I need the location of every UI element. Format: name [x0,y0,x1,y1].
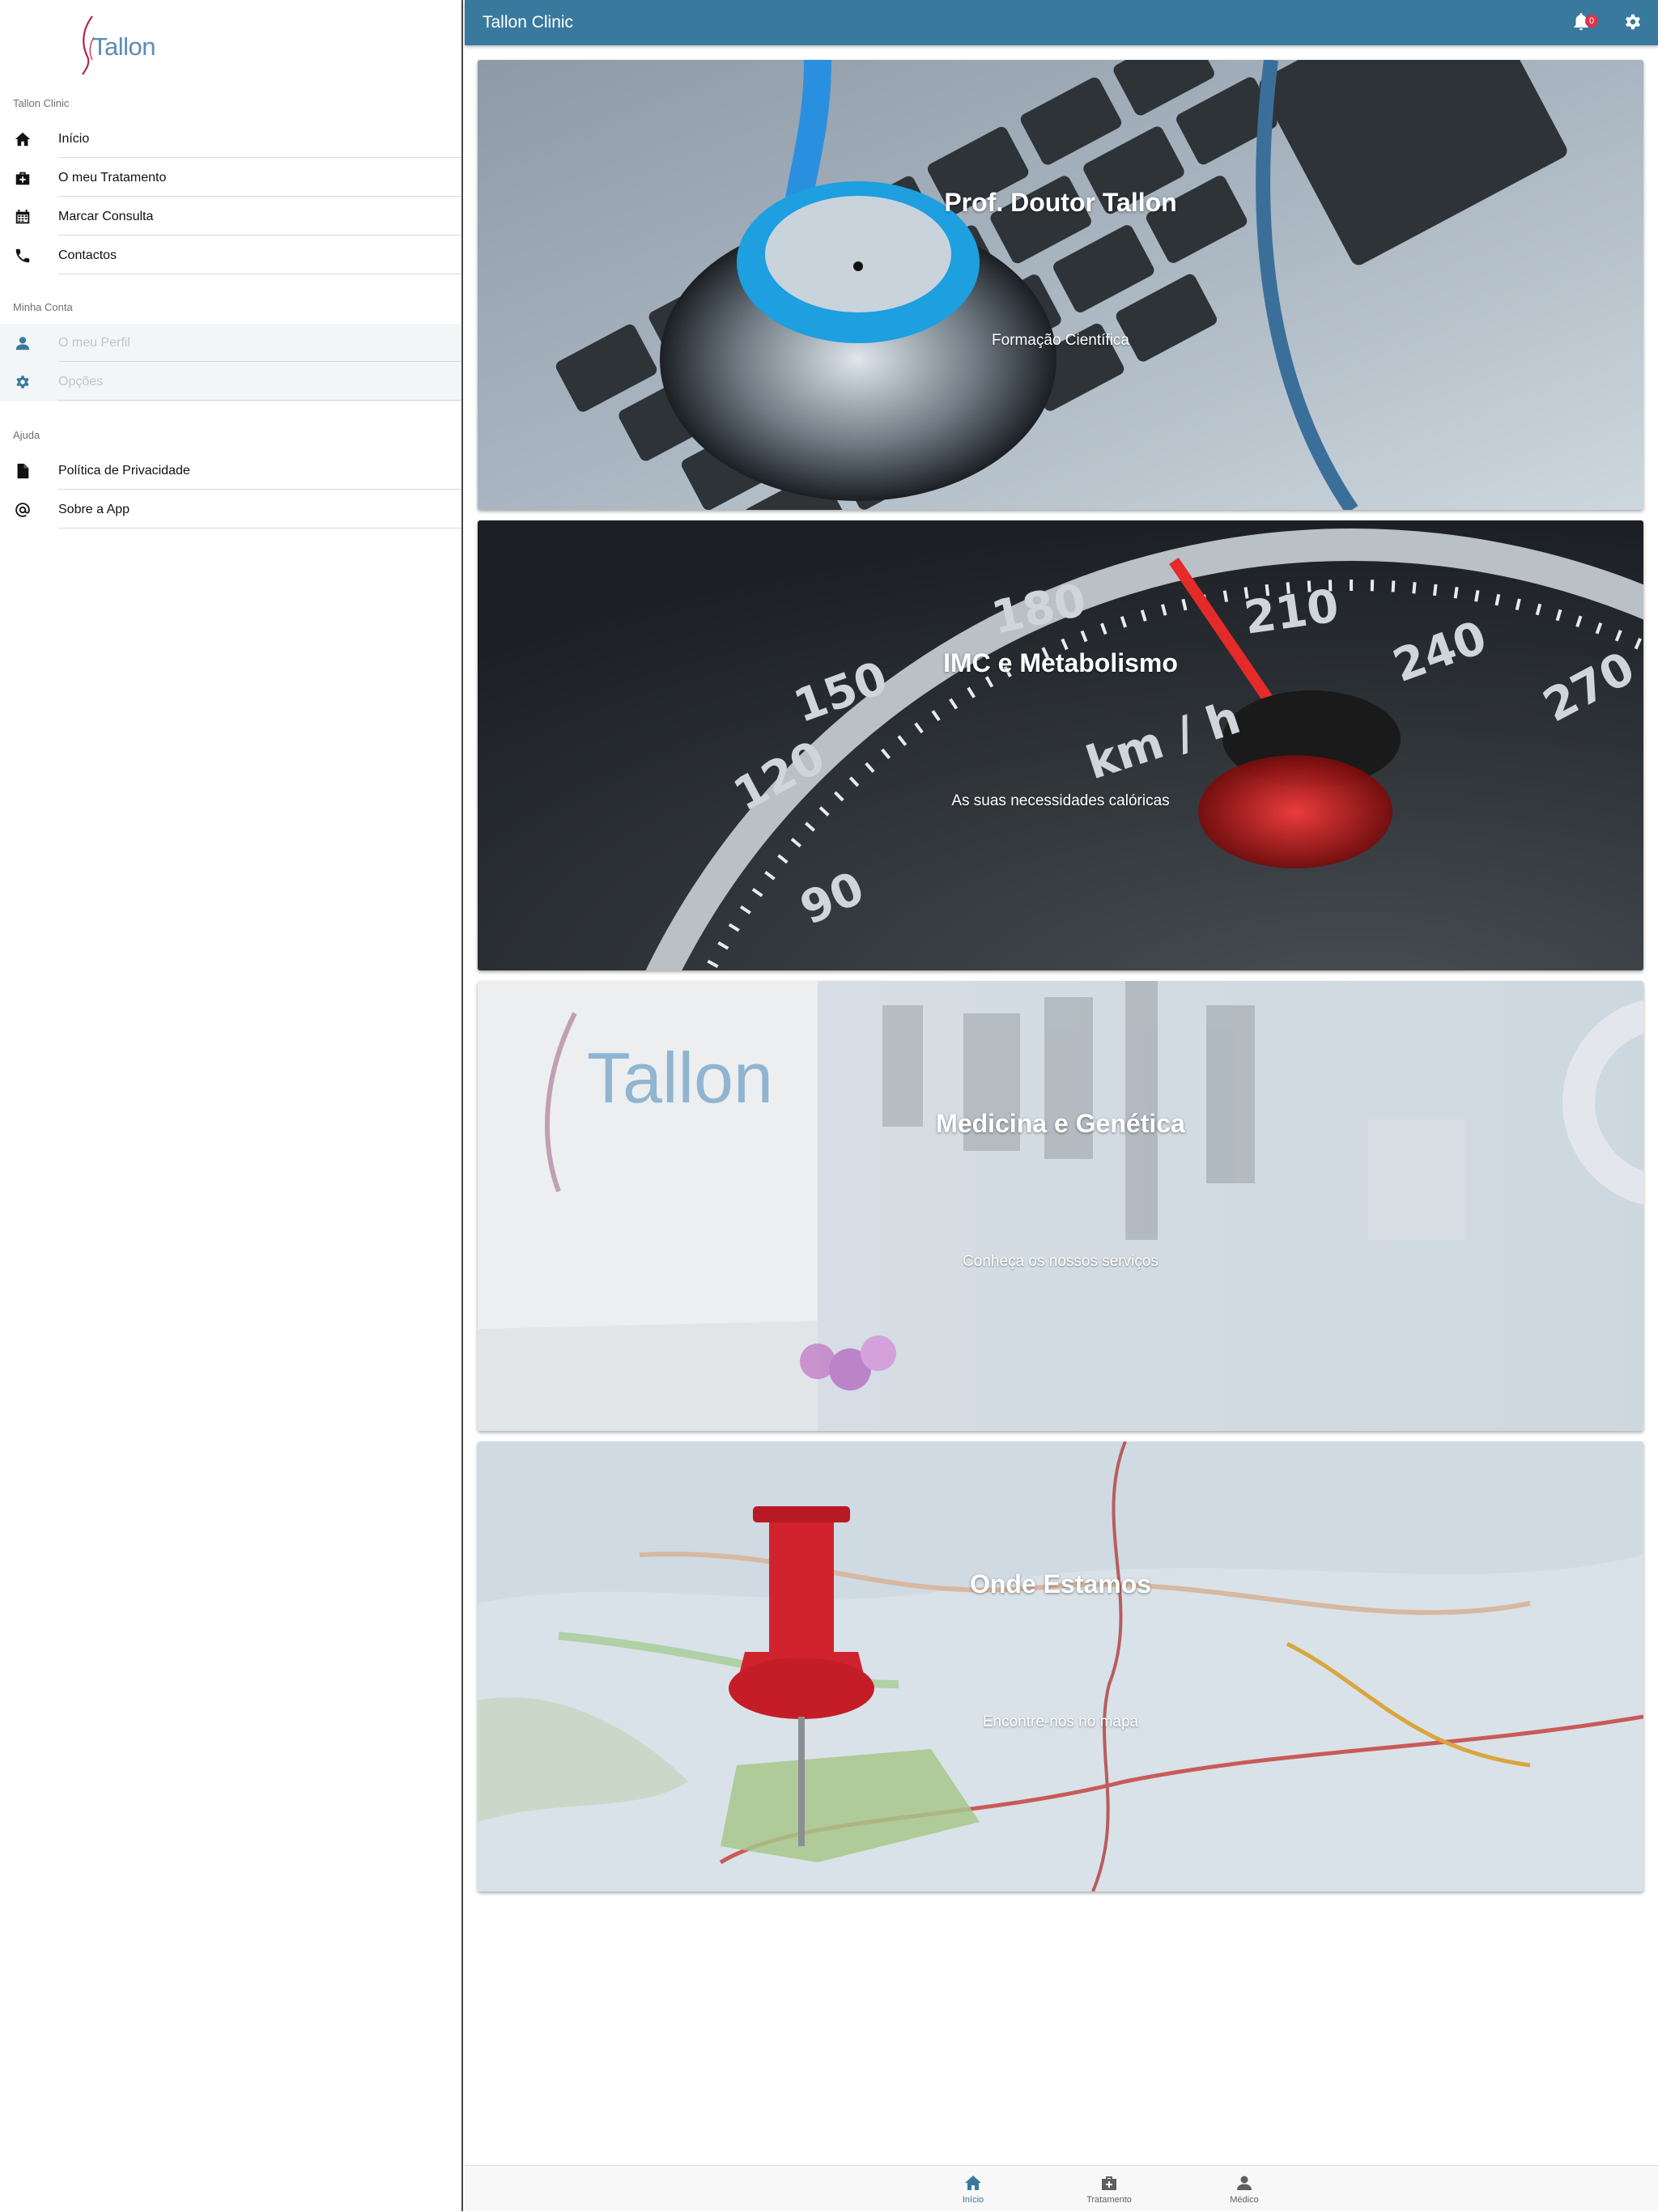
section-header-minha-conta: Minha Conta [13,301,73,313]
clinic-interior-image: Tallon [478,981,1643,1431]
tab-medico[interactable]: Médico [1196,2166,1293,2212]
home-icon [963,2173,983,2193]
card-title: IMC e Metabolismo [943,648,1178,677]
menu-item-label: Opções [58,363,461,401]
menu-item-contactos[interactable]: Contactos [0,236,461,275]
medical-bag-icon [13,168,32,188]
stethoscope-laptop-image [478,60,1643,510]
menu-item-politica-de-privacidade[interactable]: Política de Privacidade [0,452,461,490]
main-content: Tallon Clinic 0 Prof. Doutor Tallon Form… [465,0,1658,2211]
card-subtitle: Formação Científica [991,332,1129,349]
document-icon [13,461,32,481]
at-icon [13,500,32,520]
gear-icon [13,372,32,392]
card-title: Onde Estamos [969,1569,1152,1598]
card-subtitle: As suas necessidades calóricas [951,792,1170,809]
card-title: Medicina e Genética [936,1109,1185,1138]
notifications-button[interactable]: 0 [1571,11,1598,34]
logo-text: Tallon [92,32,156,61]
side-menu: Tallon Tallon Clinic Início O meu Tratam… [0,0,463,2211]
settings-button[interactable] [1622,11,1645,34]
top-toolbar: Tallon Clinic 0 [465,0,1658,45]
page-title: Tallon Clinic [483,13,574,32]
tab-inicio[interactable]: Início [925,2166,1022,2212]
map-with-pin-image [478,1441,1643,1891]
card-onde-estamos[interactable]: Onde Estamos Encontre-nos no mapa [478,1441,1643,1891]
card-subtitle: Encontre-nos no mapa [982,1713,1139,1730]
card-imc-e-metabolismo[interactable]: 150 180 210 240 270 120 90 80 km / h IMC… [478,520,1643,970]
menu-item-label: O meu Perfil [58,324,461,362]
section-header-ajuda: Ajuda [13,429,40,441]
menu-item-o-meu-perfil[interactable]: O meu Perfil [0,324,461,363]
bottom-tab-bar: Início Tratamento Médico [465,2165,1658,2211]
person-icon [1235,2173,1254,2193]
menu-item-label: Política de Privacidade [58,452,461,490]
card-medicina-e-genetica[interactable]: Tallon Medicina e Genética Conheça os no… [478,981,1643,1431]
gear-icon [1622,11,1645,32]
menu-item-o-meu-tratamento[interactable]: O meu Tratamento [0,159,461,197]
calendar-icon [13,207,32,227]
menu-item-marcar-consulta[interactable]: Marcar Consulta [0,197,461,236]
svg-text:Tallon: Tallon [587,1038,773,1118]
menu-item-label: Marcar Consulta [58,197,461,236]
menu-item-label: Contactos [58,236,461,274]
home-icon [13,129,32,149]
tab-label: Médico [1230,2195,1259,2205]
section-header-tallon-clinic: Tallon Clinic [13,97,70,109]
notification-count-badge: 0 [1585,15,1598,28]
medical-bag-icon [1099,2173,1119,2193]
menu-item-opcoes[interactable]: Opções [0,363,461,401]
menu-item-sobre-a-app[interactable]: Sobre a App [0,490,461,529]
menu-item-label: Início [58,120,461,158]
card-subtitle: Conheça os nossos serviços [963,1253,1158,1270]
card-prof-doutor-tallon[interactable]: Prof. Doutor Tallon Formação Científica [478,60,1643,510]
tab-label: Tratamento [1086,2195,1132,2205]
phone-icon [13,246,32,265]
menu-item-label: O meu Tratamento [58,159,461,197]
card-title: Prof. Doutor Tallon [944,188,1177,217]
person-icon [13,333,32,353]
tallon-logo: Tallon [79,13,168,76]
menu-item-label: Sobre a App [58,490,461,529]
menu-item-inicio[interactable]: Início [0,120,461,159]
tab-tratamento[interactable]: Tratamento [1061,2166,1158,2212]
tab-label: Início [962,2195,984,2205]
speedometer-image: 150 180 210 240 270 120 90 80 km / h [478,520,1643,970]
